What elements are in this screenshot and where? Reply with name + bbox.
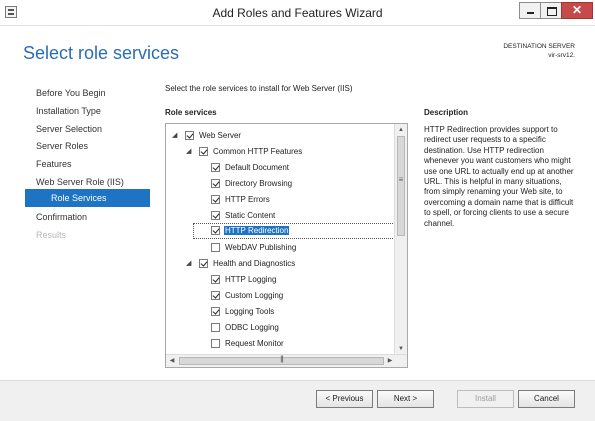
tree-label: Directory Browsing (225, 179, 293, 188)
nav-item-before-you-begin[interactable]: Before You Begin (36, 88, 106, 98)
tree-row-custom-logging[interactable]: Custom Logging (166, 288, 394, 304)
nav-item-results: Results (36, 230, 67, 240)
checkbox-http-logging[interactable] (211, 275, 220, 284)
checkbox-directory-browsing[interactable] (211, 179, 220, 188)
tree-label: Default Document (225, 163, 290, 172)
page-title: Select role services (23, 43, 180, 63)
vertical-scroll-thumb[interactable] (397, 136, 405, 236)
checkbox-custom-logging[interactable] (211, 291, 220, 300)
close-icon: ✕ (571, 3, 583, 17)
close-button[interactable]: ✕ (561, 2, 593, 19)
vertical-scrollbar[interactable]: ▲ ▼ (394, 124, 407, 355)
collapse-triangle-icon[interactable]: ◢ (186, 147, 191, 155)
tree-row-http-errors[interactable]: HTTP Errors (166, 192, 394, 208)
previous-button[interactable]: < Previous (316, 390, 373, 408)
checkbox-health-and-diagnostics[interactable] (199, 259, 208, 268)
tree-row-odbc-logging[interactable]: ODBC Logging (166, 320, 394, 336)
tree-label: Request Monitor (225, 339, 284, 348)
collapse-triangle-icon[interactable]: ◢ (186, 259, 191, 267)
tree-row-directory-browsing[interactable]: Directory Browsing (166, 176, 394, 192)
tree-label: WebDAV Publishing (225, 243, 297, 252)
scroll-up-icon[interactable]: ▲ (395, 124, 407, 136)
tree-label: Static Content (225, 211, 276, 220)
tree-row-common-http-features[interactable]: ◢ Common HTTP Features (166, 144, 394, 160)
nav-item-role-services[interactable]: Role Services (25, 189, 150, 207)
install-button: Install (457, 390, 514, 408)
horizontal-scroll-thumb[interactable] (179, 356, 384, 365)
tree-row-webdav-publishing[interactable]: WebDAV Publishing (166, 240, 394, 256)
tree-row-health-and-diagnostics[interactable]: ◢ Health and Diagnostics (166, 256, 394, 272)
nav-item-confirmation[interactable]: Confirmation (36, 212, 87, 222)
next-button[interactable]: Next > (377, 390, 434, 408)
checkbox-request-monitor[interactable] (211, 339, 220, 348)
tree-row-web-server[interactable]: ◢ Web Server (166, 128, 394, 144)
description-heading: Description (424, 108, 469, 117)
maximize-button[interactable] (540, 2, 562, 19)
checkbox-http-errors[interactable] (211, 195, 220, 204)
role-services-tree[interactable]: ◢ Web Server ◢ Common HTTP Features Defa… (165, 123, 408, 368)
tree-label: Logging Tools (225, 307, 275, 316)
title-bar: Add Roles and Features Wizard ✕ (0, 0, 595, 26)
nav-item-installation-type[interactable]: Installation Type (36, 106, 101, 116)
checkbox-static-content[interactable] (211, 211, 220, 220)
role-services-heading: Role services (165, 108, 217, 117)
destination-server-name: vir-srv12. (548, 52, 575, 59)
checkbox-webdav-publishing[interactable] (211, 243, 220, 252)
intro-text: Select the role services to install for … (165, 84, 353, 93)
checkbox-web-server[interactable] (185, 131, 194, 140)
description-text: HTTP Redirection provides support to red… (424, 125, 574, 228)
nav-item-web-server-role[interactable]: Web Server Role (IIS) (36, 177, 124, 187)
tree-row-http-logging[interactable]: HTTP Logging (166, 272, 394, 288)
scroll-left-icon[interactable]: ◀ (166, 355, 178, 367)
scroll-right-icon[interactable]: ▶ (384, 355, 396, 367)
collapse-triangle-icon[interactable]: ◢ (172, 131, 177, 139)
tree-label: Web Server (199, 131, 242, 140)
minimize-button[interactable] (519, 2, 541, 19)
tree-label: ODBC Logging (225, 323, 279, 332)
checkbox-http-redirection[interactable] (211, 226, 220, 235)
destination-server-label: DESTINATION SERVER (503, 43, 575, 50)
checkbox-logging-tools[interactable] (211, 307, 220, 316)
checkbox-default-document[interactable] (211, 163, 220, 172)
checkbox-odbc-logging[interactable] (211, 323, 220, 332)
nav-item-server-roles[interactable]: Server Roles (36, 141, 88, 151)
tree-label: HTTP Logging (225, 275, 277, 284)
tree-row-logging-tools[interactable]: Logging Tools (166, 304, 394, 320)
nav-item-server-selection[interactable]: Server Selection (36, 124, 102, 134)
tree-label: Common HTTP Features (213, 147, 303, 156)
nav-item-features[interactable]: Features (36, 159, 72, 169)
tree-label: HTTP Redirection (224, 226, 290, 235)
horizontal-scrollbar[interactable]: ◀ ▶ (166, 354, 407, 367)
window-title: Add Roles and Features Wizard (212, 6, 383, 20)
tree-label: Custom Logging (225, 291, 284, 300)
tree-row-http-redirection[interactable]: HTTP Redirection (193, 223, 395, 239)
checkbox-common-http-features[interactable] (199, 147, 208, 156)
tree-row-static-content[interactable]: Static Content (166, 208, 394, 224)
cancel-button[interactable]: Cancel (518, 390, 575, 408)
tree-label: Health and Diagnostics (213, 259, 296, 268)
tree-row-default-document[interactable]: Default Document (166, 160, 394, 176)
nav-item-label: Role Services (51, 193, 107, 203)
tree-row-request-monitor[interactable]: Request Monitor (166, 336, 394, 352)
tree-label: HTTP Errors (225, 195, 270, 204)
